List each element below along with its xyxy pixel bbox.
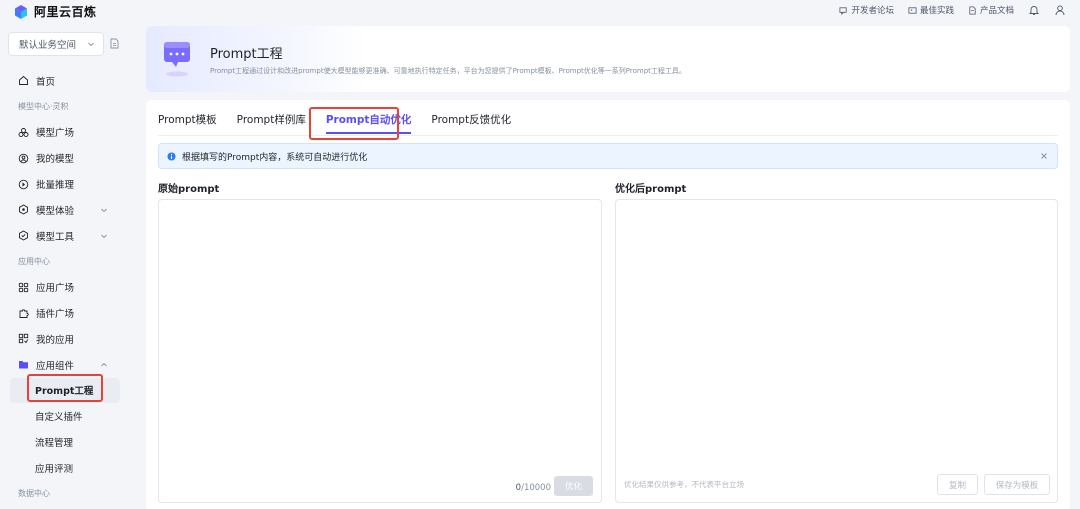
save-as-template-button[interactable]: 保存为模板 (984, 474, 1050, 495)
sidebar-item-label: 我的应用 (36, 334, 75, 346)
info-notice: 根据填写的Prompt内容，系统可自动进行优化 (158, 143, 1058, 169)
page-description: Prompt工程通过设计和改进prompt使大模型能够更准确、可靠地执行特定任务… (210, 67, 686, 75)
sidebar-item-label: 我的模型 (36, 154, 75, 166)
char-count-max: /10000 (521, 483, 551, 493)
bell-icon[interactable] (1028, 4, 1040, 16)
model-tools-icon (19, 230, 28, 241)
tabs-divider (158, 135, 1058, 136)
info-icon (167, 151, 176, 161)
optimize-button[interactable]: 优化 (554, 476, 593, 496)
main-content: Prompt模板 Prompt样例库 Prompt自动优化 Prompt反馈优化… (146, 100, 1070, 509)
sidebar-item-my-apps[interactable]: 我的应用 (0, 326, 130, 352)
prompt-engineering-icon (164, 42, 190, 77)
page-header: Prompt工程 Prompt工程通过设计和改进prompt使大模型能够更准确、… (146, 26, 1070, 92)
sidebar-item-my-models[interactable]: 我的模型 (0, 145, 130, 171)
optimized-prompt-label: 优化后prompt (615, 184, 687, 195)
batch-inference-icon (18, 179, 29, 189)
copy-button[interactable]: 复制 (937, 474, 978, 495)
sidebar-item-model-tools[interactable]: 模型工具 (0, 223, 130, 249)
workspace-select[interactable]: 默认业务空间 (8, 32, 104, 56)
docs-link-label: 产品文档 (979, 6, 1014, 16)
chevron-down-icon (88, 42, 94, 47)
user-icon[interactable] (1054, 4, 1066, 16)
sidebar-item-label: 模型体验 (36, 205, 75, 217)
docs-link[interactable]: 产品文档 (968, 4, 1014, 16)
forum-icon (839, 6, 848, 15)
original-prompt-textarea[interactable]: 0/10000 优化 (158, 199, 602, 503)
section-data-center: 数据中心 (18, 489, 50, 499)
chevron-down-icon (101, 208, 107, 213)
chevron-down-icon (101, 234, 107, 238)
sidebar-item-label: 模型工具 (36, 231, 75, 243)
sidebar-item-home[interactable]: 首页 (0, 68, 130, 94)
sidebar-item-app-square[interactable]: 应用广场 (0, 274, 130, 300)
logo-icon (15, 4, 27, 19)
sidebar-nav: 首页 模型中心·灵积 模型广场 我的模型 批量推理 模型体验 模型工具 应用中心 (0, 68, 130, 507)
best-practice-link[interactable]: 最佳实践 (908, 4, 954, 16)
workspace-doc-icon[interactable] (110, 38, 119, 49)
sidebar-item-label: 应用广场 (36, 283, 75, 295)
best-practice-link-label: 最佳实践 (919, 6, 954, 16)
workspace-label: 默认业务空间 (19, 40, 77, 51)
tab-prompt-templates[interactable]: Prompt模板 (158, 106, 217, 134)
close-icon[interactable] (1039, 151, 1049, 161)
sidebar-item-label: 应用组件 (36, 360, 75, 372)
sidebar-item-plugin-square[interactable]: 插件广场 (0, 300, 130, 326)
my-apps-icon (18, 334, 29, 344)
sidebar-item-flow-management[interactable]: 流程管理 (0, 429, 130, 455)
page-title: Prompt工程 (210, 47, 283, 62)
sidebar-item-label: 模型广场 (36, 128, 75, 140)
sidebar-item-label: 应用评测 (35, 463, 74, 475)
forum-link-label: 开发者论坛 (851, 6, 894, 16)
sidebar-item-app-evaluation[interactable]: 应用评测 (0, 455, 130, 481)
section-app-center: 应用中心 (18, 256, 50, 266)
grid-icon (18, 282, 29, 292)
sidebar-item-label: 首页 (36, 76, 56, 88)
tab-prompt-feedback-optimize[interactable]: Prompt反馈优化 (431, 106, 511, 134)
sidebar-item-model-experience[interactable]: 模型体验 (0, 197, 130, 223)
forum-link[interactable]: 开发者论坛 (839, 4, 894, 16)
sidebar: 默认业务空间 首页 模型中心·灵积 模型广场 我的模型 批量推理 模型体验 模型… (0, 22, 130, 509)
document-icon (969, 5, 976, 15)
tab-prompt-auto-optimize[interactable]: Prompt自动优化 (325, 106, 411, 134)
brand-logo[interactable]: 阿里云百炼 (14, 3, 97, 20)
sidebar-item-label: 自定义插件 (35, 412, 83, 424)
notice-text: 根据填写的Prompt内容，系统可自动进行优化 (182, 152, 368, 163)
plugin-icon (19, 308, 29, 318)
original-prompt-label: 原始prompt (158, 184, 220, 195)
tab-bar: Prompt模板 Prompt样例库 Prompt自动优化 Prompt反馈优化 (158, 106, 531, 134)
tab-prompt-examples[interactable]: Prompt样例库 (237, 106, 306, 134)
my-model-icon (18, 153, 29, 164)
sidebar-item-label: 批量推理 (36, 180, 75, 192)
sidebar-item-custom-plugin[interactable]: 自定义插件 (0, 403, 130, 429)
top-bar: 阿里云百炼 开发者论坛 最佳实践 产品文档 (0, 0, 1080, 22)
section-model-center: 模型中心·灵积 (18, 102, 69, 112)
sidebar-item-label: 插件广场 (36, 309, 75, 321)
optimized-prompt-output[interactable]: 优化结果仅供参考，不代表平台立场 复制 保存为模板 (615, 199, 1058, 503)
model-experience-icon (19, 204, 28, 215)
chevron-up-icon (101, 362, 107, 367)
sidebar-item-model-square[interactable]: 模型广场 (0, 120, 130, 146)
brand-name: 阿里云百炼 (34, 5, 97, 19)
image-icon (908, 6, 917, 14)
sidebar-item-label: 流程管理 (35, 438, 74, 450)
sidebar-item-batch-inference[interactable]: 批量推理 (0, 171, 130, 197)
home-icon (19, 76, 28, 86)
folder-icon (19, 361, 28, 369)
sidebar-item-label: Prompt工程 (35, 386, 94, 398)
model-square-icon (18, 128, 29, 137)
sidebar-item-app-components[interactable]: 应用组件 (0, 352, 130, 378)
disclaimer-text: 优化结果仅供参考，不代表平台立场 (624, 480, 744, 489)
char-counter: 0/10000 (516, 483, 551, 493)
sidebar-item-prompt-engineering[interactable]: Prompt工程 (10, 377, 120, 404)
